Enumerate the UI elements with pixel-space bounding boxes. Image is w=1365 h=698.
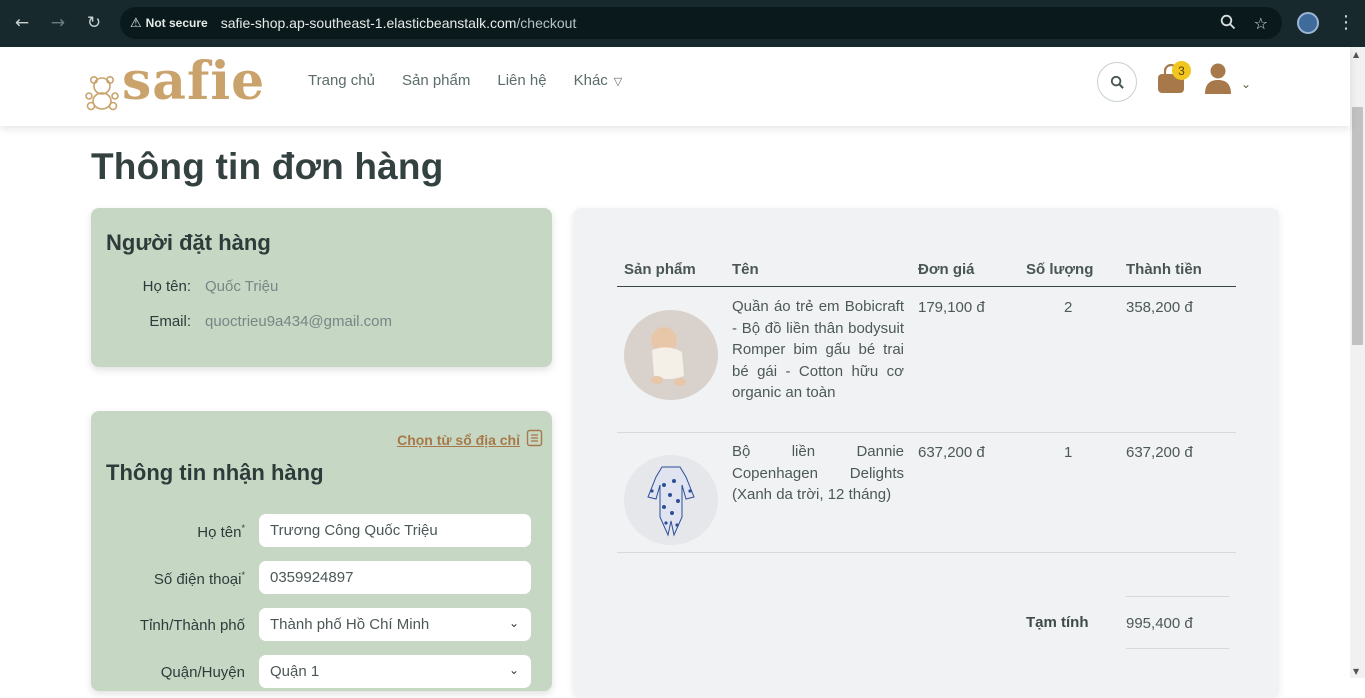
scroll-up-arrow-icon[interactable]: ▲ xyxy=(1353,50,1359,59)
address-book-icon[interactable] xyxy=(526,429,543,447)
province-row: Tỉnh/Thành phố Thành phố Hồ Chí Minh ⌄ xyxy=(91,608,552,642)
site-header: safie Trang chủ Sản phẩm Liên hệ Khác ▽ 3… xyxy=(0,47,1350,126)
col-header-unit-price: Đơn giá xyxy=(918,261,975,278)
phone-input[interactable]: 0359924897 xyxy=(259,561,531,594)
quantity-1: 2 xyxy=(1064,299,1073,316)
user-icon[interactable] xyxy=(1203,63,1233,95)
product-image-bodysuit[interactable] xyxy=(624,310,718,400)
unit-price-2: 637,200 đ xyxy=(918,444,985,461)
address-bar[interactable]: ⚠ Not secure safie-shop.ap-southeast-1.e… xyxy=(120,7,1282,39)
page-title: Thông tin đơn hàng xyxy=(91,146,444,187)
receiver-card: Chọn từ sổ địa chỉ Thông tin nhận hàng H… xyxy=(91,411,552,691)
scroll-down-arrow-icon[interactable]: ▼ xyxy=(1353,667,1359,676)
nav-contact[interactable]: Liên hệ xyxy=(497,72,546,89)
subtotal-bottom-divider xyxy=(1126,648,1229,649)
zoom-icon[interactable] xyxy=(1220,14,1236,34)
header-divider xyxy=(617,286,1236,287)
quantity-2: 1 xyxy=(1064,444,1073,461)
subtotal-top-divider xyxy=(1126,596,1229,597)
province-label: Tỉnh/Thành phố xyxy=(139,617,245,634)
order-summary-card: Sản phẩm Tên Đơn giá Số lượng Thành tiền… xyxy=(573,208,1279,698)
scrollbar-thumb[interactable] xyxy=(1352,107,1363,345)
product-image-romper[interactable] xyxy=(624,455,718,545)
url-text[interactable]: safie-shop.ap-southeast-1.elasticbeansta… xyxy=(221,15,577,31)
teddy-bear-icon xyxy=(85,75,119,111)
warning-triangle-icon: ⚠ xyxy=(130,15,142,31)
back-arrow-icon[interactable]: ← xyxy=(12,13,32,33)
reload-icon[interactable]: ↻ xyxy=(84,13,104,33)
orderer-name-value-wrap: Quốc Triệu xyxy=(205,278,278,295)
line-total-1: 358,200 đ xyxy=(1126,299,1193,316)
orderer-card: Người đặt hàng Họ tên: Quốc Triệu Email:… xyxy=(91,208,552,367)
chevron-down-icon: ⌄ xyxy=(508,663,519,677)
page-scrollbar[interactable]: ▲ ▼ xyxy=(1350,47,1365,678)
district-label: Quận/Huyện xyxy=(160,664,245,681)
orderer-email-value-wrap: quoctrieu9a434@gmail.com xyxy=(205,313,392,330)
orderer-title: Người đặt hàng xyxy=(106,230,271,255)
nav-more[interactable]: Khác ▽ xyxy=(574,72,623,89)
phone-label: Số điện thoại* xyxy=(153,570,245,588)
fullname-label: Họ tên* xyxy=(197,523,245,541)
user-chevron-down-icon[interactable]: ⌄ xyxy=(1241,77,1251,91)
district-row: Quận/Huyện Quận 1 ⌄ xyxy=(91,655,552,689)
main-nav: Trang chủ Sản phẩm Liên hệ Khác ▽ xyxy=(308,72,622,89)
product-name-2: Bộ liền Dannie Copenhagen Delights (Xanh… xyxy=(732,443,904,503)
nav-products[interactable]: Sản phẩm xyxy=(402,72,470,89)
bookmark-star-icon[interactable]: ☆ xyxy=(1254,14,1268,34)
col-header-name: Tên xyxy=(732,261,759,278)
profile-avatar[interactable] xyxy=(1297,12,1319,34)
row-divider xyxy=(617,432,1236,433)
orderer-email-label: Email: xyxy=(149,313,191,330)
receiver-title: Thông tin nhận hàng xyxy=(106,460,324,485)
line-total-2: 637,200 đ xyxy=(1126,444,1193,461)
unit-price-1: 179,100 đ xyxy=(918,299,985,316)
safie-logo[interactable]: safie xyxy=(84,51,264,113)
address-book-link[interactable]: Chọn từ sổ địa chỉ xyxy=(397,432,520,448)
chevron-down-icon: ▽ xyxy=(613,75,623,88)
row-divider xyxy=(617,552,1236,553)
orderer-name-value: Quốc Triệu xyxy=(205,278,279,295)
col-header-product: Sản phẩm xyxy=(624,261,696,278)
subtotal-value: 995,400 đ xyxy=(1126,615,1193,632)
district-select[interactable]: Quận 1 ⌄ xyxy=(259,655,531,688)
fullname-input[interactable]: Trương Công Quốc Triệu xyxy=(259,514,531,547)
browser-menu-icon[interactable]: ⋮ xyxy=(1337,12,1355,33)
orderer-name-label: Họ tên: xyxy=(142,278,191,295)
security-label: Not secure xyxy=(145,16,208,30)
not-secure-chip[interactable]: ⚠ Not secure xyxy=(130,16,208,31)
col-header-quantity: Số lượng xyxy=(1026,261,1094,278)
search-icon xyxy=(1110,75,1124,89)
orderer-email-value: quoctrieu9a434@gmail.com xyxy=(205,313,392,330)
cart-count-badge: 3 xyxy=(1172,61,1191,80)
product-name-1: Quần áo trẻ em Bobicraft - Bộ đồ liền th… xyxy=(732,298,904,401)
province-select[interactable]: Thành phố Hồ Chí Minh ⌄ xyxy=(259,608,531,641)
logo-wordmark: safie xyxy=(122,51,266,112)
subtotal-label: Tạm tính xyxy=(1026,614,1089,631)
nav-home[interactable]: Trang chủ xyxy=(308,72,375,89)
browser-toolbar: ← → ↻ ⚠ Not secure safie-shop.ap-southea… xyxy=(0,0,1365,47)
forward-arrow-icon[interactable]: → xyxy=(48,13,68,33)
col-header-total: Thành tiền xyxy=(1126,261,1202,278)
search-button[interactable] xyxy=(1097,62,1137,102)
phone-row: Số điện thoại* 0359924897 xyxy=(91,561,552,595)
chevron-down-icon: ⌄ xyxy=(508,616,519,630)
fullname-row: Họ tên* Trương Công Quốc Triệu xyxy=(91,514,552,548)
